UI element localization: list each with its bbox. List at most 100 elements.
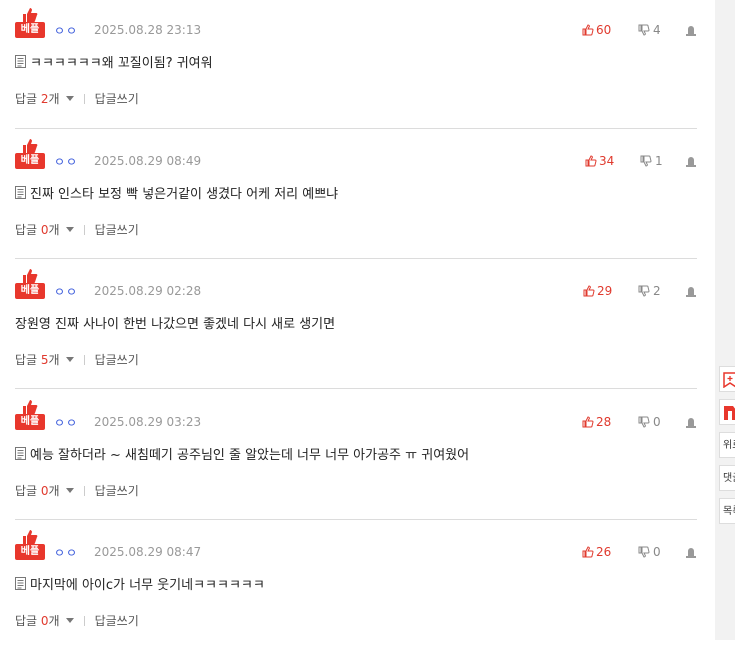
upvote-button[interactable]: 26 <box>582 544 611 560</box>
thumbs-up-icon <box>585 155 597 167</box>
downvote-button[interactable]: 2 <box>638 283 661 299</box>
thumbs-down-icon <box>640 155 652 167</box>
reply-actions: 답글 0개 답글쓰기 <box>15 221 139 238</box>
divider <box>15 388 697 389</box>
chevron-down-icon[interactable] <box>65 96 74 101</box>
downvote-count: 1 <box>655 154 663 168</box>
upvote-button[interactable]: 29 <box>583 283 612 299</box>
divider <box>83 354 85 365</box>
thumbs-up-icon <box>583 285 595 297</box>
comment-date: 2025.08.29 08:47 <box>94 545 202 559</box>
best-badge: 베플 <box>15 530 45 564</box>
comment-content: 장원영 진짜 사나이 한번 나갔으면 좋겠네 다시 새로 생기면 <box>15 313 335 332</box>
chevron-down-icon[interactable] <box>65 488 74 493</box>
author-nickname[interactable]: ㅇㅇ <box>54 544 78 561</box>
downvote-button[interactable]: 0 <box>638 414 661 430</box>
chevron-down-icon[interactable] <box>65 227 74 232</box>
comment-item: 베플 ㅇㅇ 2025.08.29 08:47 26 0 마지막에 아이c가 너무… <box>15 522 697 652</box>
divider <box>83 224 85 235</box>
reply-label: 답글 <box>15 614 41 628</box>
reply-toggle[interactable]: 답글 0개 <box>15 612 60 629</box>
comments-button[interactable]: 댓글 <box>719 465 735 491</box>
downvote-button[interactable]: 1 <box>640 153 663 169</box>
site-logo-button[interactable] <box>719 399 735 425</box>
upvote-count: 60 <box>596 23 612 37</box>
downvote-button[interactable]: 4 <box>638 22 661 38</box>
reply-count-unit: 개 <box>48 353 60 367</box>
comment-item: 베플 ㅇㅇ 2025.08.29 02:28 29 2 장원영 진짜 사나이 한… <box>15 261 697 391</box>
comment-date: 2025.08.28 23:13 <box>94 23 202 37</box>
reply-toggle[interactable]: 답글 0개 <box>15 221 60 238</box>
reply-label: 답글 <box>15 353 41 367</box>
thumbs-up-icon <box>23 269 38 283</box>
comment-item: 베플 ㅇㅇ 2025.08.28 23:13 60 4 ㅋㅋㅋㅋㅋㅋ왜 꼬질이됨… <box>15 0 697 130</box>
page-gutter <box>715 0 735 640</box>
divider <box>15 519 697 520</box>
divider <box>83 485 85 496</box>
author-nickname[interactable]: ㅇㅇ <box>54 153 78 170</box>
reply-count: 0 <box>40 614 49 628</box>
report-icon[interactable] <box>685 25 697 37</box>
bookmark-button[interactable] <box>719 366 735 392</box>
write-reply-button[interactable]: 답글쓰기 <box>95 221 139 238</box>
write-reply-button[interactable]: 답글쓰기 <box>95 90 139 107</box>
author-nickname[interactable]: ㅇㅇ <box>54 414 78 431</box>
chevron-down-icon[interactable] <box>65 618 74 623</box>
best-label: 베플 <box>15 153 45 169</box>
write-reply-button[interactable]: 답글쓰기 <box>95 351 139 368</box>
downvote-count: 0 <box>653 415 661 429</box>
report-icon[interactable] <box>685 417 697 429</box>
divider <box>83 93 85 104</box>
upvote-button[interactable]: 60 <box>582 22 611 38</box>
comment-content: 마지막에 아이c가 너무 웃기네ㅋㅋㅋㅋㅋㅋ <box>15 574 265 593</box>
reply-count: 0 <box>40 484 49 498</box>
reply-count: 0 <box>40 223 49 237</box>
report-icon[interactable] <box>685 547 697 559</box>
thumbs-up-icon <box>23 530 38 544</box>
thumbs-up-icon <box>582 546 594 558</box>
author-nickname[interactable]: ㅇㅇ <box>54 22 78 39</box>
reply-label: 답글 <box>15 223 41 237</box>
reply-count: 5 <box>40 353 49 367</box>
upvote-button[interactable]: 34 <box>585 153 614 169</box>
write-reply-button[interactable]: 답글쓰기 <box>95 612 139 629</box>
upvote-button[interactable]: 28 <box>582 414 611 430</box>
best-label: 베플 <box>15 22 45 38</box>
reply-actions: 답글 0개 답글쓰기 <box>15 482 139 499</box>
logo-icon <box>724 406 735 420</box>
comment-item: 베플 ㅇㅇ 2025.08.29 08:49 34 1 진짜 인스타 보정 빡 … <box>15 131 697 261</box>
thumbs-up-icon <box>23 8 38 22</box>
upvote-count: 26 <box>596 545 612 559</box>
reply-toggle[interactable]: 답글 5개 <box>15 351 60 368</box>
document-icon <box>15 447 26 460</box>
downvote-count: 0 <box>653 545 661 559</box>
scroll-top-button[interactable]: 위로 <box>719 432 735 458</box>
document-icon <box>15 55 26 68</box>
best-badge: 베플 <box>15 400 45 434</box>
reply-toggle[interactable]: 답글 2개 <box>15 90 60 107</box>
best-label: 베플 <box>15 544 45 560</box>
thumbs-down-icon <box>638 24 650 36</box>
comment-text: ㅋㅋㅋㅋㅋㅋ왜 꼬질이됨? 귀여워 <box>30 56 213 71</box>
upvote-count: 29 <box>597 284 613 298</box>
divider <box>15 128 697 129</box>
reply-actions: 답글 2개 답글쓰기 <box>15 90 139 107</box>
write-reply-button[interactable]: 답글쓰기 <box>95 482 139 499</box>
report-icon[interactable] <box>685 156 697 168</box>
report-icon[interactable] <box>685 286 697 298</box>
reply-toggle[interactable]: 답글 0개 <box>15 482 60 499</box>
list-button[interactable]: 목록 <box>719 498 735 524</box>
chevron-down-icon[interactable] <box>65 357 74 362</box>
author-nickname[interactable]: ㅇㅇ <box>54 283 78 300</box>
reply-actions: 답글 0개 답글쓰기 <box>15 612 139 629</box>
document-icon <box>15 186 26 199</box>
comment-date: 2025.08.29 08:49 <box>94 154 202 168</box>
downvote-count: 2 <box>653 284 661 298</box>
comment-text: 진짜 인스타 보정 빡 넣은거같이 생겼다 어케 저리 예쁘냐 <box>30 187 339 202</box>
comment-content: 예능 잘하더라 ~ 새침떼기 공주님인 줄 알았는데 너무 너무 아가공주 ㅠ … <box>15 444 469 463</box>
thumbs-down-icon <box>638 285 650 297</box>
upvote-count: 28 <box>596 415 612 429</box>
best-badge: 베플 <box>15 139 45 173</box>
downvote-button[interactable]: 0 <box>638 544 661 560</box>
comment-date: 2025.08.29 02:28 <box>94 284 202 298</box>
